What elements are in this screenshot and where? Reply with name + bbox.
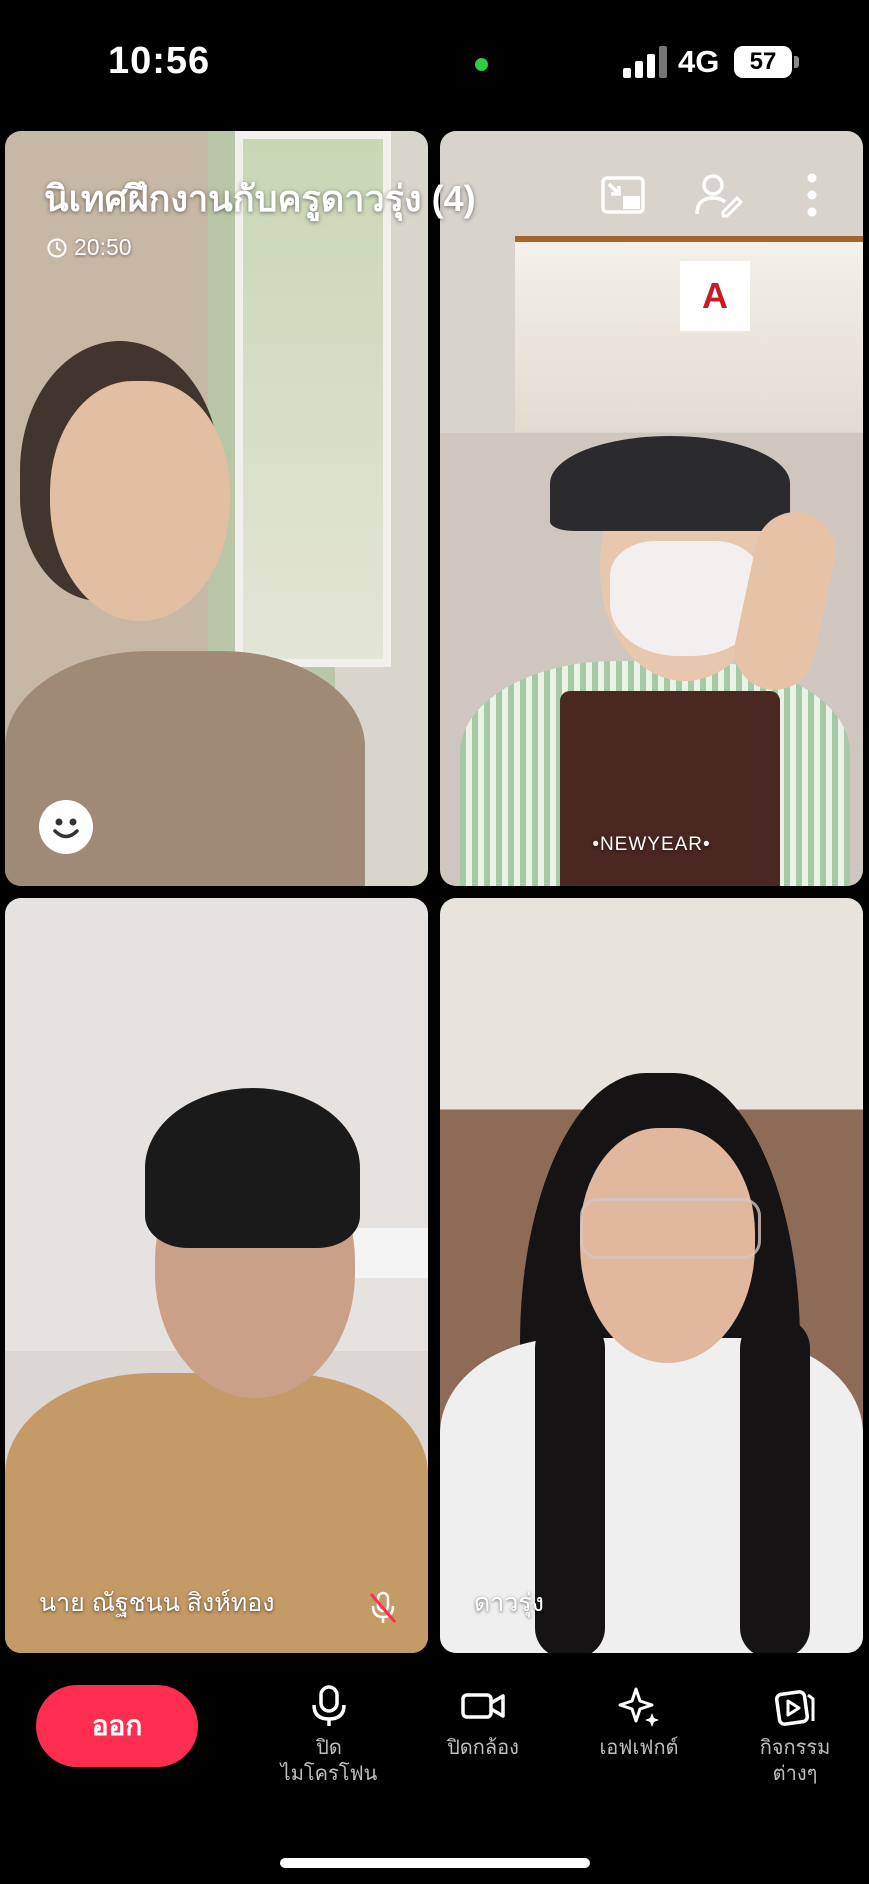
more-options-icon[interactable] bbox=[787, 170, 837, 220]
call-title: นิเทศฝึกงานกับครูดาวรุ่ง (4) bbox=[44, 178, 476, 219]
participant-tile-2[interactable]: A •NEWYEAR• bbox=[440, 131, 863, 886]
participant-tile-3[interactable]: นาย ณัฐชนน สิงห์ทอง bbox=[5, 898, 428, 1653]
smile-icon bbox=[53, 818, 79, 839]
video-overlay-text: •NEWYEAR• bbox=[592, 834, 711, 855]
call-toolbar: ออก ปิด ไมโครโฟน ปิดกล้อง เอฟเฟกต์ กิจกร… bbox=[0, 1665, 869, 1805]
video-feed-cap bbox=[550, 436, 790, 531]
play-cards-icon bbox=[774, 1690, 815, 1726]
activities-label-line2: ต่างๆ bbox=[772, 1763, 818, 1785]
effects-label: เอฟเฟกต์ bbox=[599, 1737, 679, 1759]
add-participant-icon[interactable] bbox=[693, 170, 743, 220]
video-feed-hair-right bbox=[740, 1318, 810, 1653]
background-air-conditioner bbox=[350, 1228, 428, 1278]
participant-name: ดาวรุ่ง bbox=[474, 1589, 544, 1617]
leave-call-button[interactable]: ออก bbox=[36, 1685, 198, 1767]
camera-icon bbox=[461, 1693, 505, 1719]
video-feed-apron bbox=[560, 691, 780, 886]
activities-label-line1: กิจกรรม bbox=[759, 1737, 831, 1759]
video-feed-hair bbox=[145, 1088, 360, 1248]
cafe-logo: A bbox=[680, 261, 750, 331]
home-indicator[interactable] bbox=[280, 1858, 590, 1868]
video-feed-glasses bbox=[580, 1198, 761, 1259]
mic-label-line2: ไมโครโฟน bbox=[280, 1763, 378, 1785]
turn-off-camera-button[interactable]: ปิดกล้อง bbox=[413, 1683, 553, 1761]
mute-microphone-button[interactable]: ปิด ไมโครโฟน bbox=[259, 1683, 399, 1787]
participant-tile-4[interactable]: ดาวรุ่ง bbox=[440, 898, 863, 1653]
video-feed-hair-left bbox=[535, 1318, 605, 1653]
reaction-button[interactable] bbox=[39, 800, 93, 854]
video-feed-face bbox=[50, 381, 230, 621]
video-grid: A •NEWYEAR• นาย ณัฐชนน สิงห์ทอง ดาวรุ่ง bbox=[0, 0, 869, 1884]
camera-label: ปิดกล้อง bbox=[447, 1737, 519, 1759]
microphone-icon bbox=[312, 1685, 346, 1726]
effects-button[interactable]: เอฟเฟกต์ bbox=[569, 1683, 709, 1761]
call-duration-text: 20:50 bbox=[74, 234, 132, 260]
clock-icon bbox=[47, 238, 67, 257]
mic-label-line1: ปิด bbox=[316, 1737, 342, 1759]
participant-name: นาย ณัฐชนน สิงห์ทอง bbox=[39, 1589, 275, 1617]
sparkle-icon bbox=[618, 1687, 659, 1727]
activities-button[interactable]: กิจกรรม ต่างๆ bbox=[725, 1683, 865, 1787]
call-duration: 20:50 bbox=[46, 234, 132, 261]
mic-muted-icon bbox=[369, 1591, 397, 1623]
picture-in-picture-icon[interactable] bbox=[599, 170, 649, 220]
